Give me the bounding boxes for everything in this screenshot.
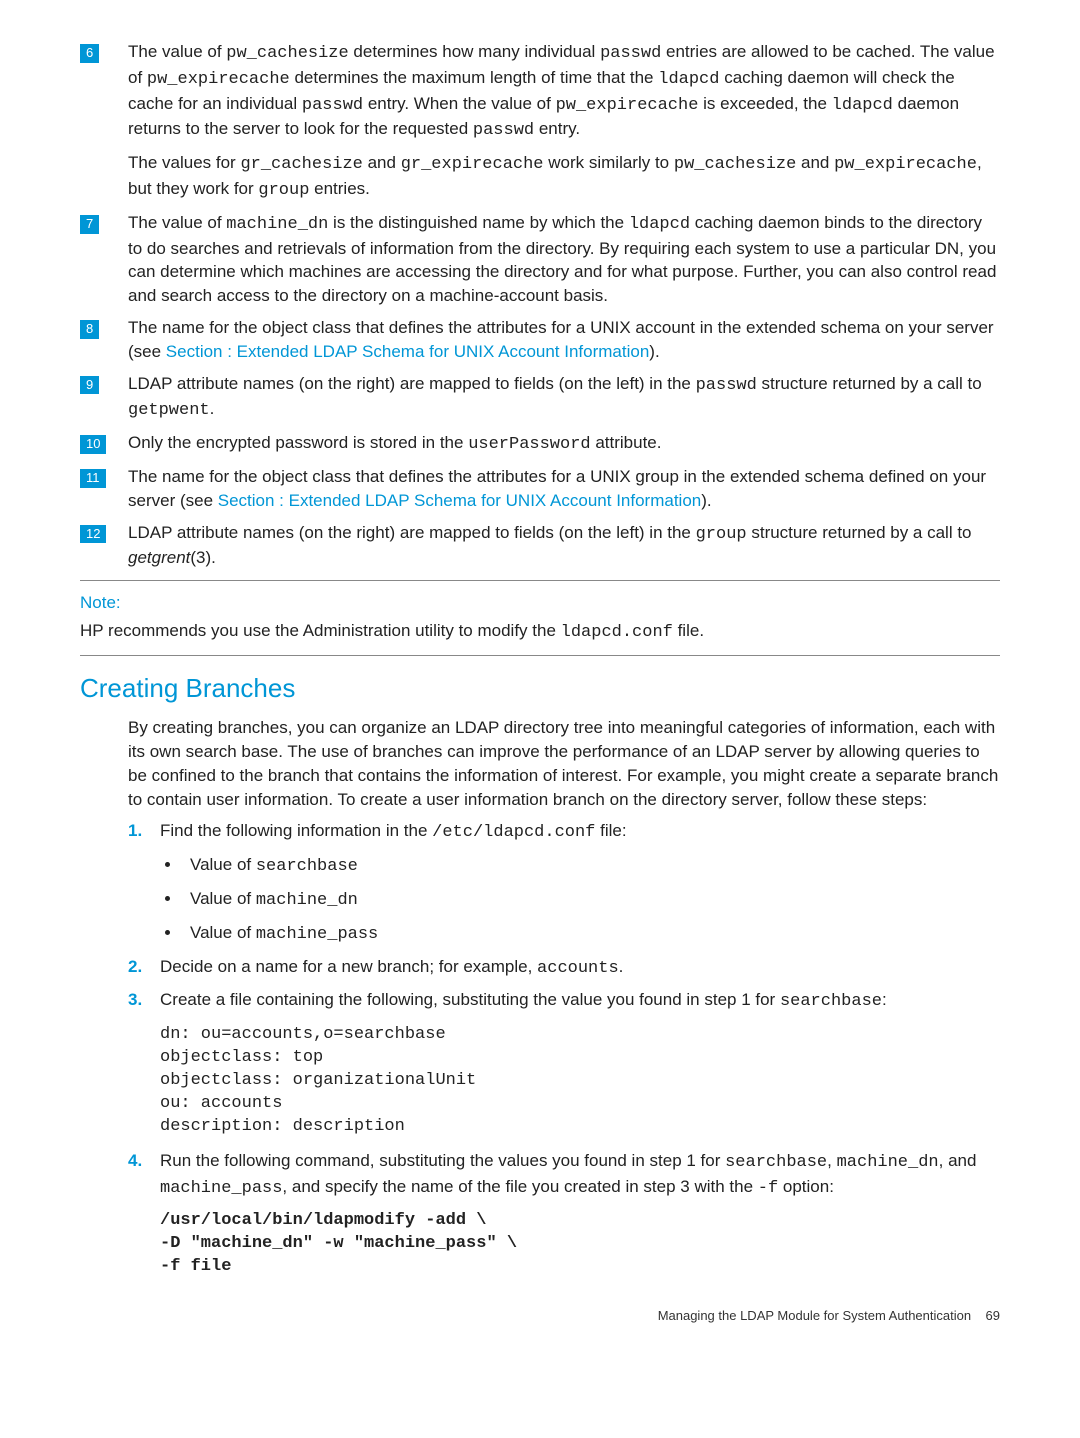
note-separator	[80, 580, 1000, 581]
annotation-badge: 6	[80, 40, 128, 203]
annotation-text: The value of pw_cachesize determines how…	[128, 40, 1000, 203]
link-extended-schema[interactable]: Section : Extended LDAP Schema for UNIX …	[166, 342, 650, 361]
annotation-text: LDAP attribute names (on the right) are …	[128, 521, 1000, 571]
annotation-text: The name for the object class that defin…	[128, 465, 1000, 513]
step-number: 1.	[128, 819, 160, 845]
annotation-10: 10 Only the encrypted password is stored…	[80, 431, 1000, 457]
intro-paragraph: By creating branches, you can organize a…	[128, 716, 1000, 811]
step-2: 2. Decide on a name for a new branch; fo…	[128, 955, 1000, 981]
annotation-text: Only the encrypted password is stored in…	[128, 431, 1000, 457]
annotation-badge: 11	[80, 469, 106, 488]
step-3: 3. Create a file containing the followin…	[128, 988, 1000, 1014]
annotation-text: LDAP attribute names (on the right) are …	[128, 372, 1000, 424]
bullet-searchbase: Value of searchbase	[182, 853, 1000, 879]
annotation-8: 8 The name for the object class that def…	[80, 316, 1000, 364]
bullet-machine-pass: Value of machine_pass	[182, 921, 1000, 947]
annotation-badge: 9	[80, 376, 99, 395]
annotation-badge: 7	[80, 215, 99, 234]
annotation-text: The value of machine_dn is the distingui…	[128, 211, 1000, 308]
step-number: 2.	[128, 955, 160, 981]
step-number: 3.	[128, 988, 160, 1014]
note-body: HP recommends you use the Administration…	[80, 619, 1000, 645]
step-text: Decide on a name for a new branch; for e…	[160, 955, 1000, 981]
step-text: Create a file containing the following, …	[160, 988, 1000, 1014]
annotation-badge: 8	[80, 320, 99, 339]
ordered-list: 2. Decide on a name for a new branch; fo…	[128, 955, 1000, 1015]
annotation-text: The name for the object class that defin…	[128, 316, 1000, 364]
step-1: 1. Find the following information in the…	[128, 819, 1000, 845]
annotation-6: 6 The value of pw_cachesize determines h…	[80, 40, 1000, 203]
code-ldif: dn: ou=accounts,o=searchbase objectclass…	[160, 1024, 1000, 1139]
step-number: 4.	[128, 1149, 160, 1201]
annotation-9: 9 LDAP attribute names (on the right) ar…	[80, 372, 1000, 424]
heading-creating-branches: Creating Branches	[80, 670, 1000, 706]
annotation-12: 12 LDAP attribute names (on the right) a…	[80, 521, 1000, 571]
bullet-list: Value of searchbase Value of machine_dn …	[164, 853, 1000, 946]
link-extended-schema[interactable]: Section : Extended LDAP Schema for UNIX …	[218, 491, 702, 510]
step-text: Find the following information in the /e…	[160, 819, 1000, 845]
ordered-list: 1. Find the following information in the…	[128, 819, 1000, 845]
note-label: Note:	[80, 591, 1000, 615]
page-footer: Managing the LDAP Module for System Auth…	[80, 1307, 1000, 1325]
step-text: Run the following command, substituting …	[160, 1149, 1000, 1201]
bullet-machine-dn: Value of machine_dn	[182, 887, 1000, 913]
annotation-11: 11 The name for the object class that de…	[80, 465, 1000, 513]
code-ldapmodify: /usr/local/bin/ldapmodify -add \ -D "mac…	[160, 1210, 1000, 1279]
note-separator	[80, 655, 1000, 656]
ordered-list: 4. Run the following command, substituti…	[128, 1149, 1000, 1201]
annotation-badge: 10	[80, 435, 106, 454]
annotation-badge: 12	[80, 525, 106, 544]
annotation-7: 7 The value of machine_dn is the disting…	[80, 211, 1000, 308]
step-4: 4. Run the following command, substituti…	[128, 1149, 1000, 1201]
